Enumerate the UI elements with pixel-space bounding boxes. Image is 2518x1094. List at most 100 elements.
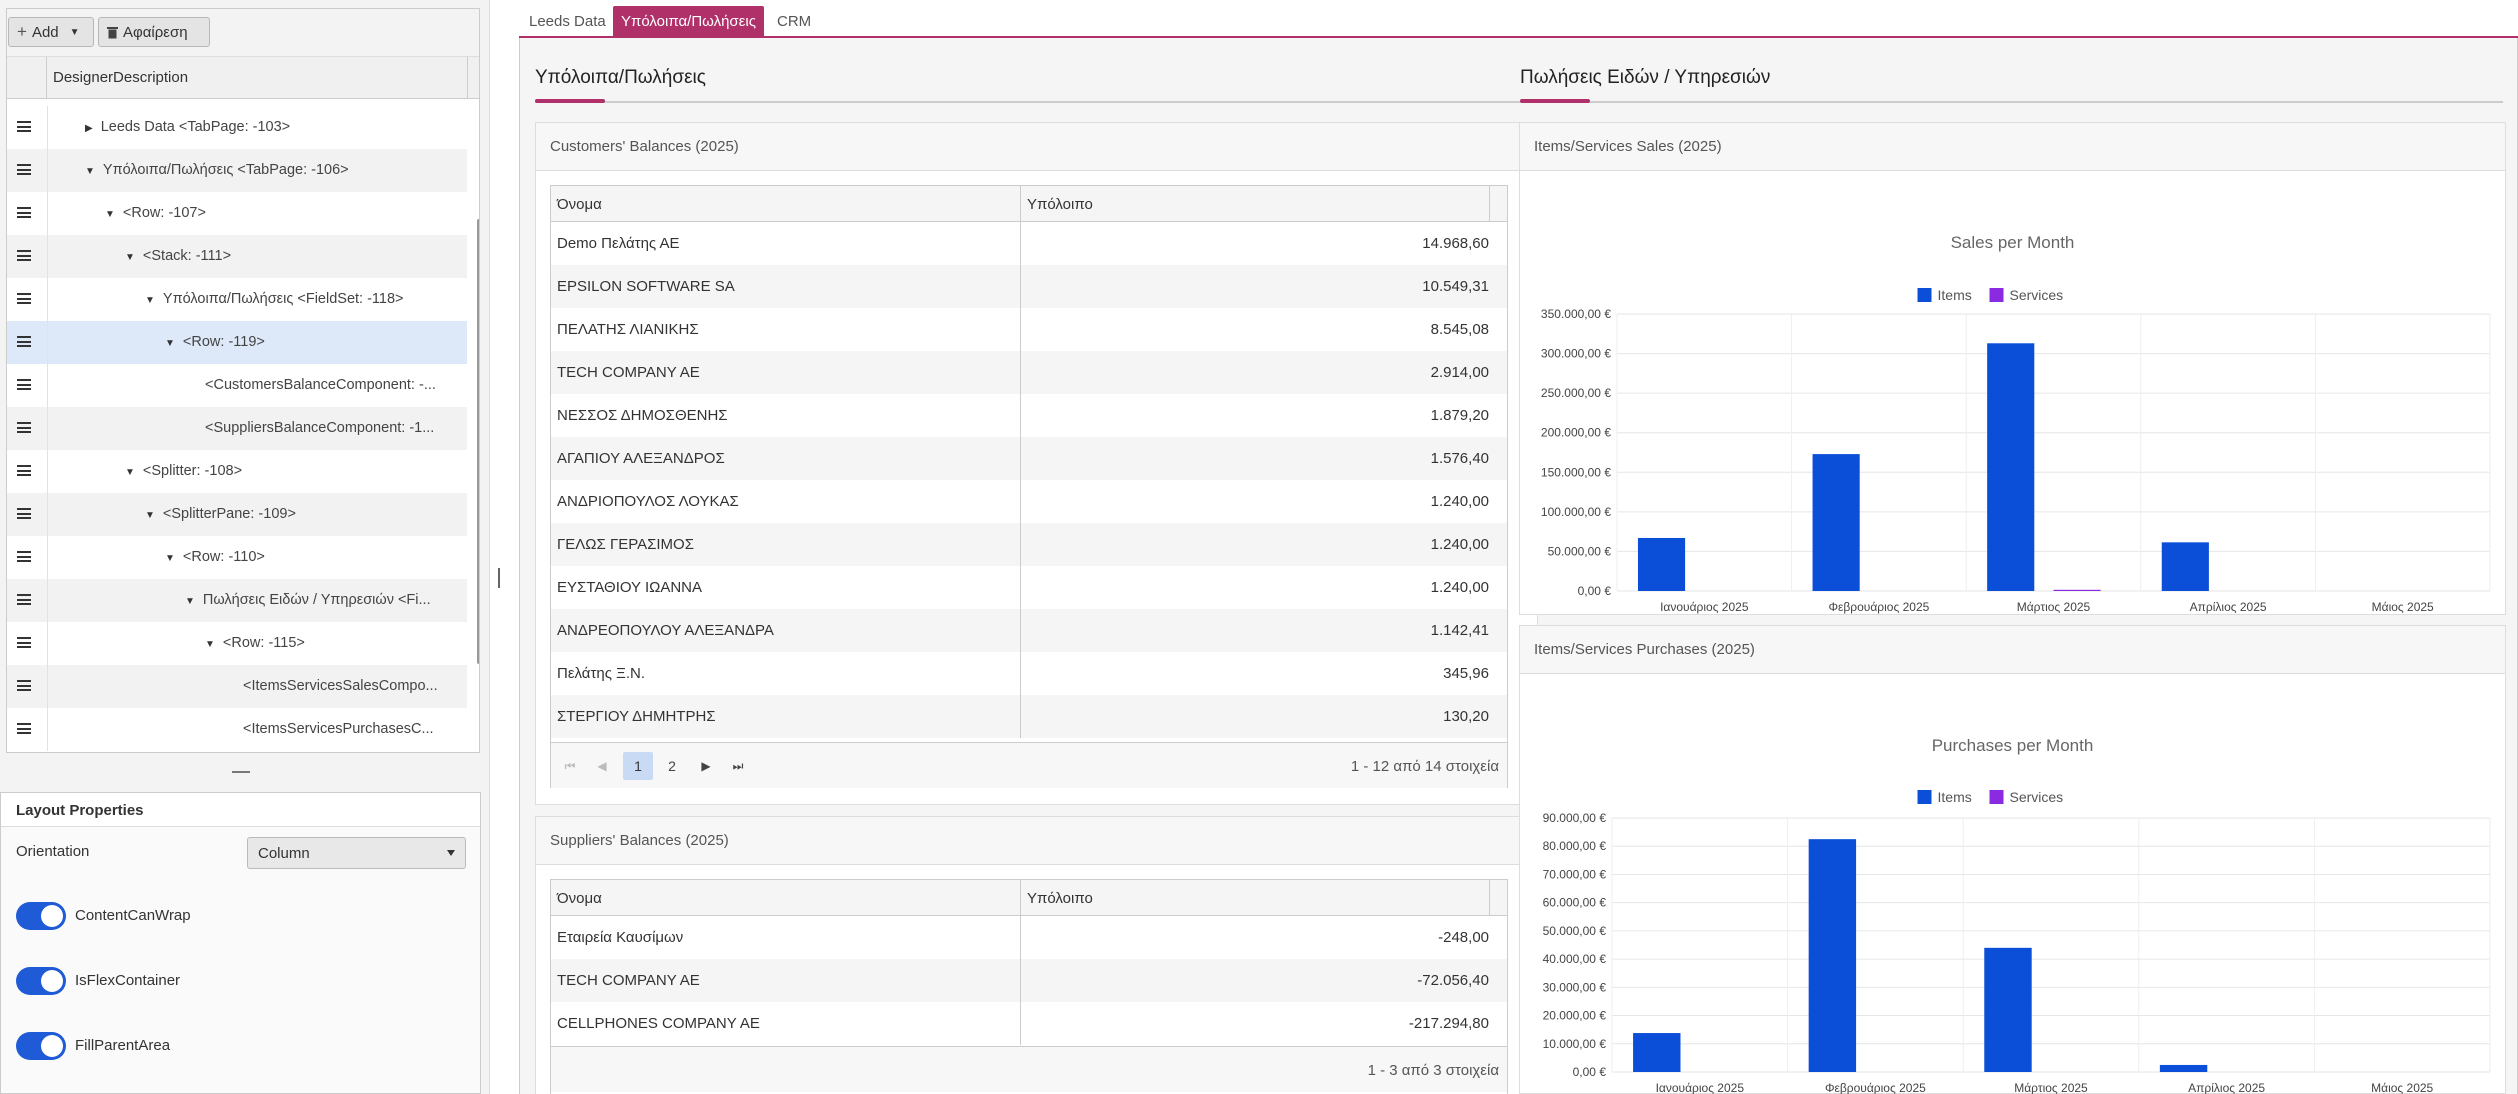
tree-row[interactable]: ▼ Υπόλοιπα/Πωλήσεις <FieldSet: -118> xyxy=(7,278,467,321)
tree-row[interactable]: <ItemsServicesSalesCompo... xyxy=(7,665,467,708)
drag-handle-icon[interactable] xyxy=(17,422,31,433)
collapse-arrow-icon[interactable]: ▼ xyxy=(125,252,135,263)
drag-handle-icon[interactable] xyxy=(17,379,31,390)
table-row[interactable]: Demo Πελάτης ΑΕ 14.968,60 xyxy=(551,222,1507,265)
table-row[interactable]: Πελάτης Ξ.Ν. 345,96 xyxy=(551,652,1507,695)
bar-items[interactable] xyxy=(1984,947,2032,1072)
tree-row[interactable]: ▼ <SplitterPane: -109> xyxy=(7,493,467,536)
bar-services[interactable] xyxy=(2053,589,2101,591)
first-page-icon[interactable]: ⏮ xyxy=(555,752,585,780)
drag-handle-icon[interactable] xyxy=(17,121,31,132)
table-row[interactable]: ΑΝΔΡΙΟΠΟΥΛΟΣ ΛΟΥΚΑΣ 1.240,00 xyxy=(551,480,1507,523)
bar-items[interactable] xyxy=(2161,542,2209,591)
tree-scrollbar[interactable] xyxy=(477,219,479,664)
drag-handle-icon[interactable] xyxy=(17,465,31,476)
drag-handle-icon[interactable] xyxy=(17,164,31,175)
orientation-select[interactable]: Column xyxy=(247,837,466,869)
legend-swatch[interactable] xyxy=(1989,288,2004,302)
page-2-button[interactable]: 2 xyxy=(657,752,687,780)
drag-handle-icon[interactable] xyxy=(17,637,31,648)
y-tick-label: 10.000,00 € xyxy=(1543,1037,1607,1051)
bar-items[interactable] xyxy=(1637,537,1686,591)
drag-handle-icon[interactable] xyxy=(17,293,31,304)
tree-row[interactable]: ▼ Υπόλοιπα/Πωλήσεις <TabPage: -106> xyxy=(7,149,467,192)
horizontal-splitter[interactable] xyxy=(232,771,250,773)
page-1-button[interactable]: 1 xyxy=(623,752,653,780)
drag-handle-icon[interactable] xyxy=(17,207,31,218)
collapse-arrow-icon[interactable]: ▼ xyxy=(145,510,155,521)
legend-label[interactable]: Items xyxy=(1938,789,1972,805)
tree-row[interactable]: ▼ <Row: -110> xyxy=(7,536,467,579)
bar-items[interactable] xyxy=(1633,1033,1681,1072)
tree-row[interactable]: ▼ <Row: -115> xyxy=(7,622,467,665)
legend-label[interactable]: Services xyxy=(2010,789,2064,805)
column-header-balance[interactable]: Υπόλοιπο xyxy=(1027,890,1093,907)
drag-handle-icon[interactable] xyxy=(17,508,31,519)
tree-row[interactable]: ▶ Leeds Data <TabPage: -103> xyxy=(7,106,467,149)
collapse-arrow-icon[interactable]: ▼ xyxy=(125,467,135,478)
drag-handle-icon[interactable] xyxy=(17,723,31,734)
table-row[interactable]: ΕΥΣΤΑΘΙΟΥ ΙΩΑΝΝΑ 1.240,00 xyxy=(551,566,1507,609)
tree-row[interactable]: <ItemsServicesPurchasesC... xyxy=(7,708,467,751)
remove-button[interactable]: Αφαίρεση xyxy=(98,17,210,47)
tree-row-label: <ItemsServicesSalesCompo... xyxy=(243,678,438,694)
content-can-wrap-toggle[interactable] xyxy=(16,902,66,930)
collapse-arrow-icon[interactable]: ▼ xyxy=(185,596,195,607)
column-header-balance[interactable]: Υπόλοιπο xyxy=(1027,196,1093,213)
next-page-icon[interactable]: ▶ xyxy=(691,752,721,780)
is-flex-container-toggle[interactable] xyxy=(16,967,66,995)
bar-items[interactable] xyxy=(2159,1064,2208,1072)
tab-leeds-data[interactable]: Leeds Data xyxy=(521,6,614,36)
legend-swatch[interactable] xyxy=(1989,790,2004,804)
bar-items[interactable] xyxy=(1808,839,1857,1072)
bar-items[interactable] xyxy=(1987,343,2035,591)
last-page-icon[interactable]: ⏭ xyxy=(723,752,753,780)
vertical-splitter[interactable] xyxy=(498,568,500,588)
legend-label[interactable]: Items xyxy=(1938,287,1972,303)
table-row[interactable]: Εταιρεία Καυσίμων -248,00 xyxy=(551,916,1507,959)
table-row[interactable]: ΓΕΛΩΣ ΓΕΡΑΣΙΜΟΣ 1.240,00 xyxy=(551,523,1507,566)
tab-balances-sales[interactable]: Υπόλοιπα/Πωλήσεις xyxy=(613,6,764,36)
tree-row[interactable]: ▼ <Stack: -111> xyxy=(7,235,467,278)
bar-items[interactable] xyxy=(1812,454,1860,591)
table-row[interactable]: ΑΓΑΠΙΟΥ ΑΛΕΞΑΝΔΡΟΣ 1.576,40 xyxy=(551,437,1507,480)
suppliers-pager: 1 - 3 από 3 στοιχεία xyxy=(551,1046,1507,1092)
tree-row[interactable]: <SuppliersBalanceComponent: -1... xyxy=(7,407,467,450)
table-row[interactable]: ΑΝΔΡΕΟΠΟΥΛΟΥ ΑΛΕΞΑΝΔΡΑ 1.142,41 xyxy=(551,609,1507,652)
column-header-name[interactable]: Όνομα xyxy=(557,196,602,213)
table-row[interactable]: EPSILON SOFTWARE SA 10.549,31 xyxy=(551,265,1507,308)
collapse-arrow-icon[interactable]: ▼ xyxy=(105,209,115,220)
table-row[interactable]: TECH COMPANY AE -72.056,40 xyxy=(551,959,1507,1002)
collapse-arrow-icon[interactable]: ▼ xyxy=(165,553,175,564)
table-row[interactable]: CELLPHONES COMPANY AE -217.294,80 xyxy=(551,1002,1507,1045)
table-row[interactable]: TECH COMPANY AE 2.914,00 xyxy=(551,351,1507,394)
legend-swatch[interactable] xyxy=(1917,288,1932,302)
collapse-arrow-icon[interactable]: ▼ xyxy=(165,338,175,349)
drag-handle-icon[interactable] xyxy=(17,336,31,347)
tree-row[interactable]: ▼ <Row: -107> xyxy=(7,192,467,235)
tree-row[interactable]: ▼ Πωλήσεις Ειδών / Υπηρεσιών <Fi... xyxy=(7,579,467,622)
table-row[interactable]: ΣΤΕΡΓΙΟΥ ΔΗΜΗΤΡΗΣ 130,20 xyxy=(551,695,1507,738)
tree-row[interactable]: ▼ <Row: -119> xyxy=(7,321,467,364)
tree-row[interactable]: ▼ <Splitter: -108> xyxy=(7,450,467,493)
table-row[interactable]: ΝΕΣΣΟΣ ΔΗΜΟΣΘΕΝΗΣ 1.879,20 xyxy=(551,394,1507,437)
legend-swatch[interactable] xyxy=(1917,790,1932,804)
drag-handle-icon[interactable] xyxy=(17,250,31,261)
prev-page-icon[interactable]: ◀ xyxy=(587,752,617,780)
drag-handle-icon[interactable] xyxy=(17,680,31,691)
drag-handle-icon[interactable] xyxy=(17,551,31,562)
expand-arrow-icon[interactable]: ▶ xyxy=(85,123,93,134)
fill-parent-area-toggle[interactable] xyxy=(16,1032,66,1060)
collapse-arrow-icon[interactable]: ▼ xyxy=(205,639,215,650)
legend-label[interactable]: Services xyxy=(2010,287,2064,303)
add-button[interactable]: + Add ▼ xyxy=(8,17,94,47)
cell-name: Εταιρεία Καυσίμων xyxy=(557,929,684,946)
drag-handle-icon[interactable] xyxy=(17,594,31,605)
tree-row-label: <Row: -119> xyxy=(182,334,265,350)
tree-row[interactable]: <CustomersBalanceComponent: -... xyxy=(7,364,467,407)
table-row[interactable]: ΠΕΛΑΤΗΣ ΛΙΑΝΙΚΗΣ 8.545,08 xyxy=(551,308,1507,351)
collapse-arrow-icon[interactable]: ▼ xyxy=(145,295,155,306)
column-header-name[interactable]: Όνομα xyxy=(557,890,602,907)
tab-crm[interactable]: CRM xyxy=(769,6,819,36)
collapse-arrow-icon[interactable]: ▼ xyxy=(85,166,95,177)
